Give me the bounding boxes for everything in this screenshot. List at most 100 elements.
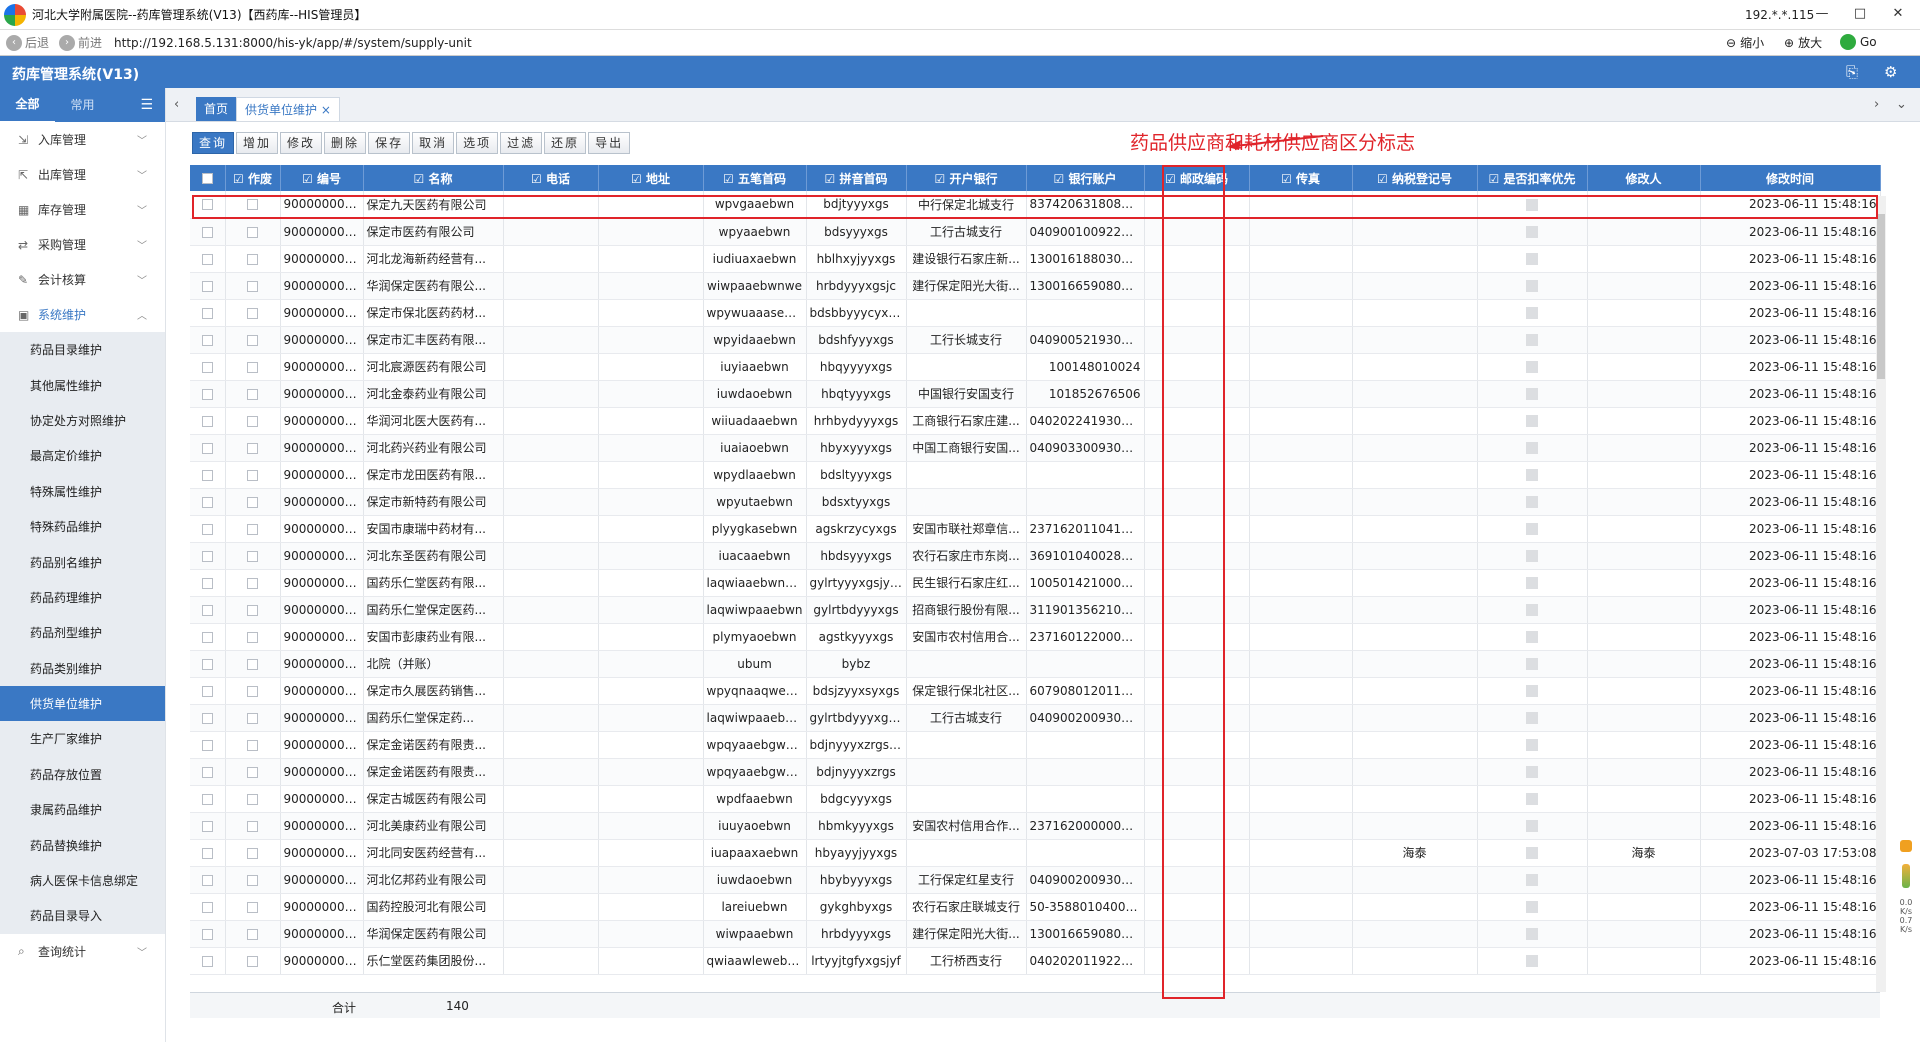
column-header[interactable]: ☑ 作废 bbox=[225, 165, 281, 191]
table-row[interactable]: 9000000020 国药乐仁堂保定药... laqwiwpaaebw... gylr… bbox=[190, 704, 1881, 732]
sidebar-sub-item[interactable]: 药品剂型维护 bbox=[0, 615, 165, 651]
row-select-checkbox[interactable] bbox=[201, 901, 213, 913]
void-checkbox[interactable] bbox=[247, 469, 258, 481]
minimize-button[interactable]: — bbox=[1808, 3, 1836, 25]
row-select-checkbox[interactable] bbox=[201, 280, 213, 292]
tabs-menu-icon[interactable]: ⌄ bbox=[1896, 97, 1907, 112]
row-select-checkbox[interactable] bbox=[201, 253, 213, 265]
row-select-checkbox[interactable] bbox=[201, 820, 213, 832]
table-row[interactable]: 9000000002 保定市医药有限公司 wpyaaebwn bdsyyyxgs 工行古… bbox=[190, 218, 1881, 246]
discount-priority-checkbox[interactable] bbox=[1526, 253, 1538, 265]
table-row[interactable]: 9000000012 保定市新特药有限公司 wpyutaebwn bdsxtyyxgs… bbox=[190, 488, 1881, 516]
discount-priority-checkbox[interactable] bbox=[1526, 874, 1538, 886]
discount-priority-checkbox[interactable] bbox=[1526, 847, 1538, 859]
forward-button[interactable]: › 前进 bbox=[59, 34, 102, 51]
sidebar-sub-item[interactable]: 药品类别维护 bbox=[0, 650, 165, 686]
column-header[interactable]: ☑ 电话 bbox=[503, 165, 599, 191]
discount-priority-checkbox[interactable] bbox=[1526, 523, 1538, 535]
table-row[interactable]: 9000000025 河北同安医药经营有... iuapaaxaebwn hbyayy… bbox=[190, 839, 1881, 867]
row-select-checkbox[interactable] bbox=[201, 334, 213, 346]
column-header[interactable]: ☑ 银行账户 bbox=[1026, 165, 1145, 191]
discount-priority-checkbox[interactable] bbox=[1526, 361, 1538, 373]
zoom-out-button[interactable]: ⊖ 缩小 bbox=[1726, 34, 1764, 51]
column-header[interactable] bbox=[190, 165, 226, 191]
sidebar-menu-sidebar.menus.5.label[interactable]: ▣ 系统维护 ︿ bbox=[0, 297, 165, 332]
restore-button[interactable]: 还原 bbox=[544, 132, 587, 154]
void-checkbox[interactable] bbox=[247, 685, 258, 697]
sidebar-sub-item[interactable]: 药品替换维护 bbox=[0, 827, 165, 863]
sidebar-sub-item[interactable]: 特殊属性维护 bbox=[0, 473, 165, 509]
sidebar-sub-item[interactable]: 药品别名维护 bbox=[0, 544, 165, 580]
table-row[interactable]: 9000000017 安国市彭康药业有限... plymyaoebwn agstkyy… bbox=[190, 623, 1881, 651]
table-row[interactable]: 9000000014 河北东圣医药有限公司 iuacaaebwn hbdsyyyxgs… bbox=[190, 542, 1881, 570]
discount-priority-checkbox[interactable] bbox=[1526, 577, 1538, 589]
row-select-checkbox[interactable] bbox=[201, 631, 213, 643]
edit-button[interactable]: 修改 bbox=[280, 132, 323, 154]
row-select-checkbox[interactable] bbox=[201, 361, 213, 373]
void-checkbox[interactable] bbox=[247, 442, 258, 454]
row-select-checkbox[interactable] bbox=[201, 766, 213, 778]
table-row[interactable]: 9000000005 保定市保北医药药材... wpywuaaasebg... bds… bbox=[190, 299, 1881, 327]
void-checkbox[interactable] bbox=[247, 739, 258, 751]
row-select-checkbox[interactable] bbox=[201, 955, 213, 967]
table-row[interactable]: 9000000027 国药控股河北有限公司 lareiuebwn gykghbyxgs… bbox=[190, 893, 1881, 921]
discount-priority-checkbox[interactable] bbox=[1526, 901, 1538, 913]
row-select-checkbox[interactable] bbox=[201, 658, 213, 670]
void-checkbox[interactable] bbox=[247, 658, 258, 670]
table-row[interactable]: 9000000007 河北宸源医药有限公司 iuyiaaebwn hbqyyyyxgs… bbox=[190, 353, 1881, 381]
discount-priority-checkbox[interactable] bbox=[1526, 793, 1538, 805]
discount-priority-checkbox[interactable] bbox=[1526, 307, 1538, 319]
void-checkbox[interactable] bbox=[247, 307, 258, 319]
discount-priority-checkbox[interactable] bbox=[1526, 280, 1538, 292]
void-checkbox[interactable] bbox=[247, 253, 258, 265]
void-checkbox[interactable] bbox=[247, 550, 258, 562]
row-select-checkbox[interactable] bbox=[201, 226, 213, 238]
void-checkbox[interactable] bbox=[247, 604, 258, 616]
column-header[interactable]: ☑ 是否扣率优先 bbox=[1477, 165, 1588, 191]
save-button[interactable]: 保存 bbox=[368, 132, 411, 154]
discount-priority-checkbox[interactable] bbox=[1526, 739, 1538, 751]
discount-priority-checkbox[interactable] bbox=[1526, 820, 1538, 832]
column-header[interactable]: 修改人 bbox=[1587, 165, 1701, 191]
table-row[interactable]: 9000000009 华润河北医大医药有... wiiuadaaebwn hrhbyd… bbox=[190, 407, 1881, 435]
row-select-checkbox[interactable] bbox=[201, 712, 213, 724]
row-select-checkbox[interactable] bbox=[201, 847, 213, 859]
sidebar-sub-item[interactable]: 药品存放位置 bbox=[0, 756, 165, 793]
close-button[interactable]: ✕ bbox=[1884, 3, 1912, 25]
void-checkbox[interactable] bbox=[247, 901, 258, 913]
vertical-scrollbar[interactable] bbox=[1876, 196, 1886, 992]
discount-priority-checkbox[interactable] bbox=[1526, 766, 1538, 778]
table-row[interactable]: 9000000010 河北药兴药业有限公司 iuaiaoebwn hbyxyyyxgs… bbox=[190, 434, 1881, 462]
void-checkbox[interactable] bbox=[247, 361, 258, 373]
row-select-checkbox[interactable] bbox=[201, 307, 213, 319]
row-select-checkbox[interactable] bbox=[201, 793, 213, 805]
sidebar-sub-item[interactable]: 药品目录导入 bbox=[0, 898, 165, 934]
table-row[interactable]: 9000000015 国药乐仁堂医药有限... laqwiaaebwnxa... gy… bbox=[190, 569, 1881, 597]
select-all-checkbox[interactable] bbox=[201, 173, 213, 184]
column-header[interactable]: ☑ 名称 bbox=[363, 165, 504, 191]
table-row[interactable]: 9000000011 保定市龙田医药有限... wpydlaaebwn bdsltyy… bbox=[190, 461, 1881, 489]
void-checkbox[interactable] bbox=[247, 874, 258, 886]
column-header[interactable]: ☑ 开户银行 bbox=[906, 165, 1027, 191]
row-select-checkbox[interactable] bbox=[201, 442, 213, 454]
export-button[interactable]: 导出 bbox=[588, 132, 631, 154]
discount-priority-checkbox[interactable] bbox=[1526, 658, 1538, 670]
void-checkbox[interactable] bbox=[247, 928, 258, 940]
table-row[interactable]: 9000000023 保定古城医药有限公司 wpdfaaebwn bdgcyyyxgs… bbox=[190, 785, 1881, 813]
sidebar-sub-item[interactable]: 隶属药品维护 bbox=[0, 792, 165, 828]
query-button[interactable]: 查询 bbox=[192, 132, 235, 154]
discount-priority-checkbox[interactable] bbox=[1526, 334, 1538, 346]
options-button[interactable]: 选项 bbox=[456, 132, 499, 154]
export-icon[interactable]: ⎘ bbox=[1846, 63, 1858, 81]
row-select-checkbox[interactable] bbox=[201, 577, 213, 589]
zoom-in-button[interactable]: ⊕ 放大 bbox=[1784, 34, 1822, 51]
void-checkbox[interactable] bbox=[247, 847, 258, 859]
gear-icon[interactable]: ⚙ bbox=[1884, 63, 1897, 81]
sidebar-menu-sidebar.menus.4.label[interactable]: ✎ 会计核算 ﹀ bbox=[0, 262, 165, 297]
tab-home[interactable]: 首页 bbox=[196, 97, 237, 121]
sidebar-menu-sidebar.menus.3.label[interactable]: ⇄ 采购管理 ﹀ bbox=[0, 227, 165, 262]
table-row[interactable]: 9000000026 河北亿邦药业有限公司 iuwdaoebwn hbybyyyxgs… bbox=[190, 866, 1881, 894]
column-header[interactable]: ☑ 地址 bbox=[598, 165, 704, 191]
discount-priority-checkbox[interactable] bbox=[1526, 496, 1538, 508]
void-checkbox[interactable] bbox=[247, 631, 258, 643]
